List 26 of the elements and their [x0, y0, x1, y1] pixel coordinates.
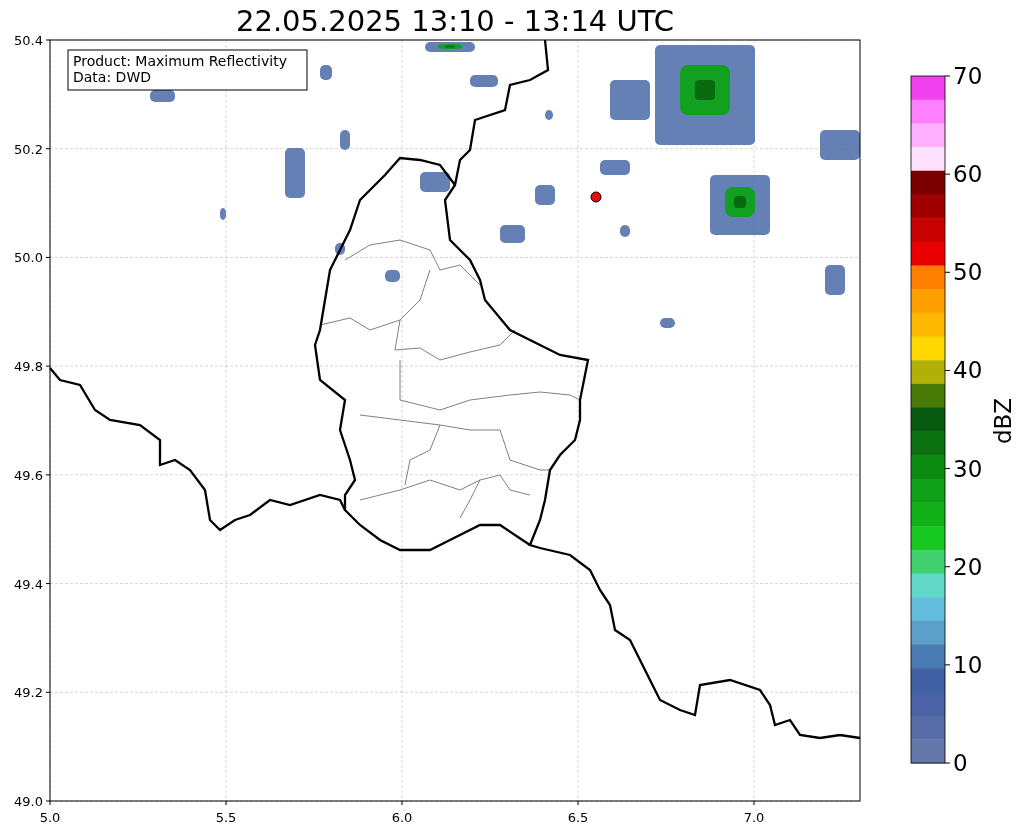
colorbar-tick-label: 20 — [953, 553, 983, 580]
info-text: Data: DWD — [73, 69, 151, 85]
chart-title: 22.05.2025 13:10 - 13:14 UTC — [236, 4, 674, 38]
colorbar-tick-label: 60 — [953, 161, 983, 188]
colorbar-tick-label: 0 — [953, 750, 968, 776]
colorbar-tick-label: 10 — [953, 651, 983, 678]
axis-tick-label: 49.0 — [14, 794, 43, 809]
axis-tick-label: 49.4 — [14, 576, 43, 592]
axis-tick-label: 7.0 — [743, 810, 765, 825]
axis-tick-label: 5.5 — [215, 810, 237, 825]
axis-tick-label: 50.0 — [14, 250, 43, 266]
colorbar-tick-label: 40 — [953, 357, 983, 384]
colorbar-label: dBZ — [990, 397, 1016, 445]
axis-tick-label: 50.4 — [14, 33, 43, 48]
info-text: Product: Maximum Reflectivity — [73, 53, 287, 69]
colorbar-tick-label: 50 — [953, 259, 983, 286]
axis-tick-label: 49.8 — [14, 359, 43, 375]
location-marker — [590, 191, 602, 203]
axis-tick-label: 50.2 — [14, 141, 43, 157]
axis-tick-label: 6.5 — [567, 810, 589, 825]
axis-tick-label: 49.2 — [14, 685, 43, 701]
axis-tick-label: 49.6 — [14, 467, 43, 483]
axis-tick-label: 6.0 — [391, 810, 413, 825]
axis-tick-label: 5.0 — [39, 810, 61, 825]
colorbar-tick-label: 30 — [953, 455, 983, 482]
colorbar-tick-label: 70 — [953, 63, 983, 89]
